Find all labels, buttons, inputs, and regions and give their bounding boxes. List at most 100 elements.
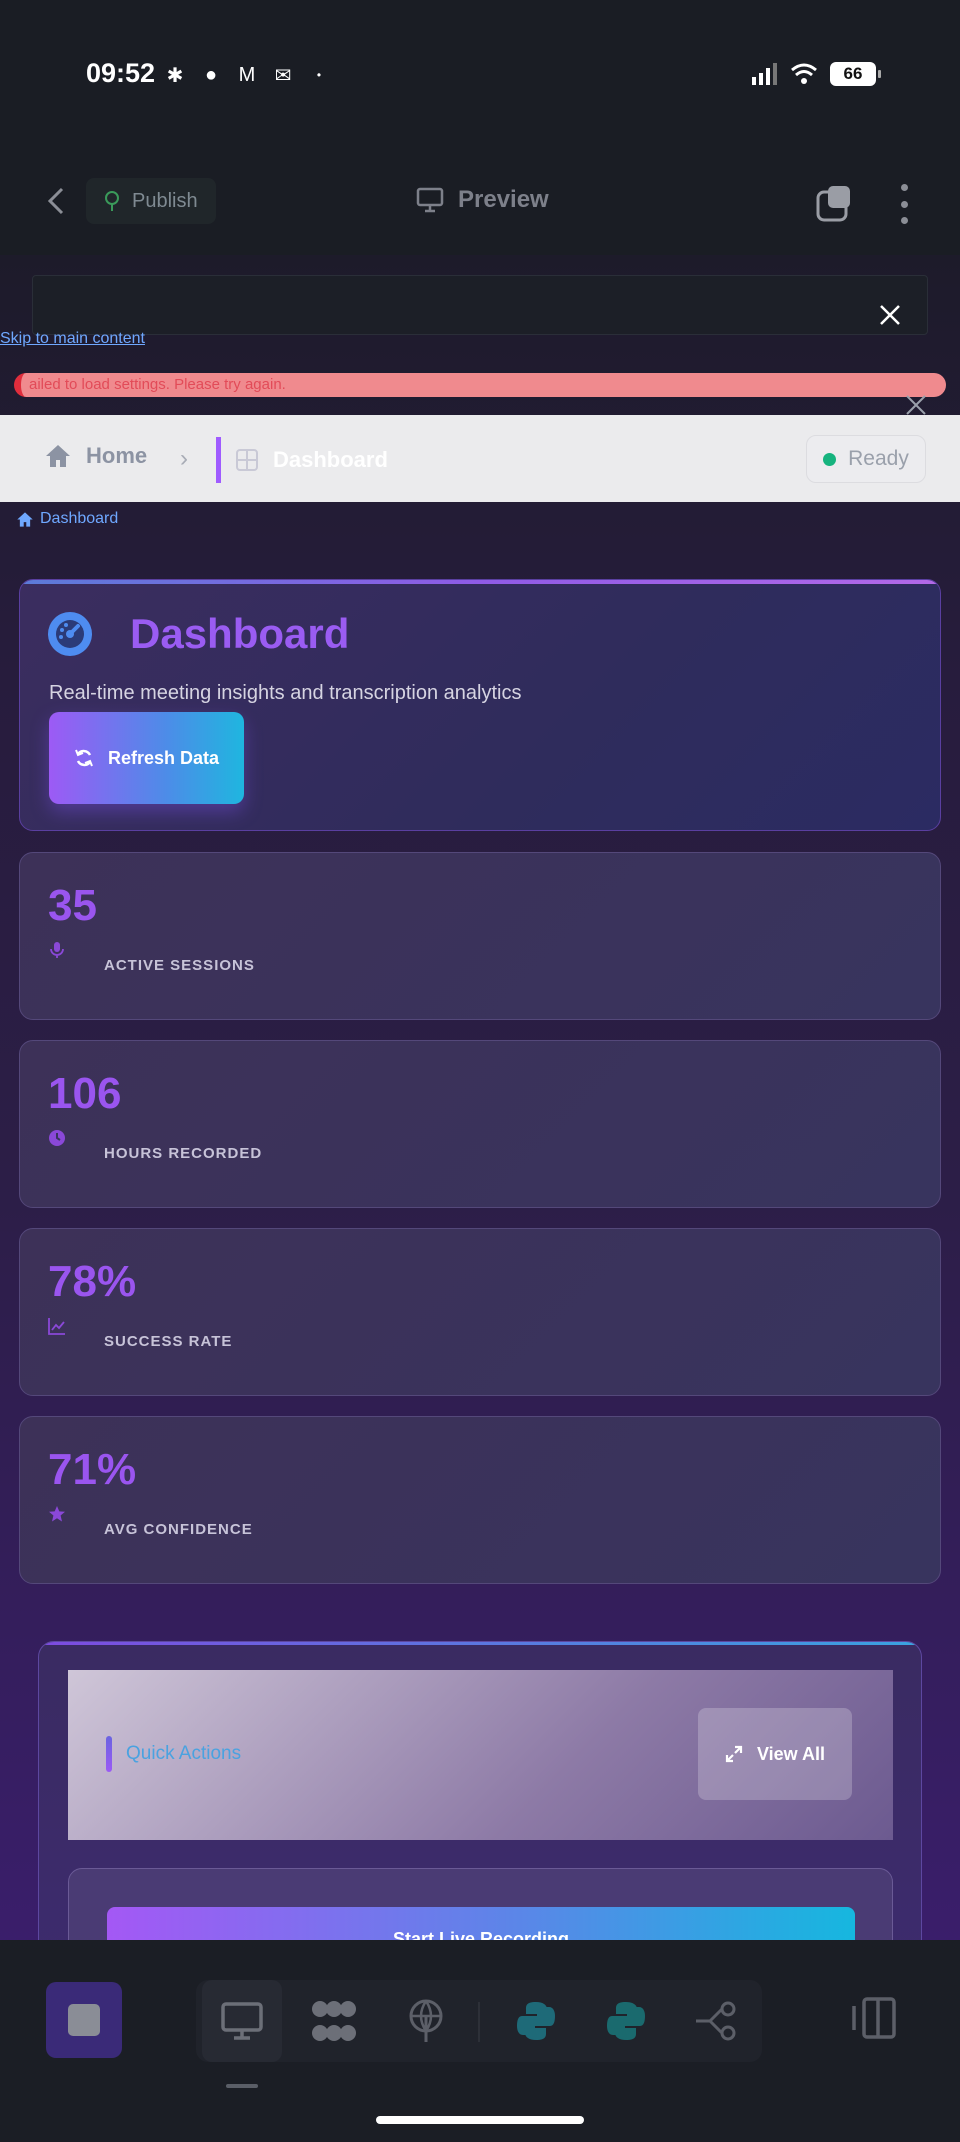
dashboard-header-card: Dashboard Real-time meeting insights and… — [19, 579, 941, 831]
notification-icons: ✱ ● M ✉ • — [162, 62, 332, 88]
home-indicator[interactable] — [376, 2116, 584, 2124]
publish-icon — [105, 191, 119, 211]
title-accent-bar — [106, 1736, 112, 1772]
more-options-button[interactable] — [894, 184, 914, 224]
breadcrumb-current: Dashboard — [216, 437, 388, 483]
stat-label: ACTIVE SESSIONS — [104, 957, 255, 974]
stop-button[interactable] — [46, 1982, 122, 2058]
stat-card-active-sessions: 35 ACTIVE SESSIONS — [19, 852, 941, 1020]
expand-icon — [725, 1745, 743, 1763]
preview-label: Preview — [458, 186, 549, 213]
python-icon — [607, 2002, 645, 2040]
stat-label: SUCCESS RATE — [104, 1333, 233, 1350]
quick-actions-title: Quick Actions — [106, 1736, 241, 1772]
page-breadcrumb-label: Dashboard — [40, 510, 119, 527]
start-live-recording-button[interactable]: Start Live Recording — [107, 1907, 855, 1940]
dot-icon: • — [316, 68, 322, 82]
back-button[interactable] — [38, 180, 74, 222]
overlay-panel — [32, 275, 928, 335]
tool-group — [196, 1980, 762, 2062]
refresh-data-label: Refresh Data — [107, 747, 220, 768]
quick-actions-panel: Quick Actions View All Start Live Record… — [38, 1641, 922, 1940]
status-badge-label: Ready — [848, 447, 909, 470]
slack-icon: ✱ — [166, 64, 184, 87]
home-icon — [17, 511, 33, 527]
chat-icon: ● — [204, 63, 218, 86]
drag-handle[interactable] — [226, 2084, 258, 2088]
workflow-icon — [696, 2001, 736, 2041]
breadcrumb-current-label: Dashboard — [273, 447, 388, 472]
side-panel-icon[interactable] — [850, 1996, 898, 2040]
quick-actions-title-label: Quick Actions — [126, 1743, 242, 1764]
stat-value: 71% — [48, 1445, 137, 1494]
stat-value: 35 — [48, 881, 97, 930]
kebab-dot — [900, 184, 908, 191]
workflow-tool-button[interactable] — [676, 1980, 756, 2062]
battery-icon: 66 — [830, 62, 881, 86]
python-tool-button-2[interactable] — [586, 1980, 666, 2062]
view-all-button[interactable]: View All — [698, 1708, 852, 1800]
home-icon — [46, 445, 70, 467]
status-badge: Ready — [806, 435, 926, 483]
tabs-icon — [816, 186, 850, 222]
app-toolbar: Publish Preview — [0, 150, 960, 255]
publish-button[interactable]: Publish — [86, 178, 216, 224]
python-icon — [517, 2002, 555, 2040]
mail-icon: ✉ — [274, 64, 292, 87]
view-all-label: View All — [756, 1743, 826, 1764]
stat-card-avg-confidence: 71% AVG CONFIDENCE — [19, 1416, 941, 1584]
globe-antenna-icon — [409, 1999, 443, 2042]
chevron-left-icon — [47, 187, 64, 215]
breadcrumb-bar: Home › Dashboard Ready — [0, 415, 960, 502]
system-icons: 66 — [750, 62, 881, 86]
publish-label: Publish — [132, 189, 198, 212]
skip-to-content-link[interactable]: Skip to main content — [0, 330, 145, 348]
stat-value: 106 — [48, 1069, 122, 1118]
page-title: Dashboard — [130, 610, 350, 657]
web-preview: Skip to main content ailed to load setti… — [0, 255, 960, 1940]
error-banner: ailed to load settings. Please try again… — [14, 373, 946, 397]
breadcrumb-home-label: Home — [86, 443, 148, 468]
stop-icon — [68, 2004, 100, 2036]
toolbar-divider — [478, 2002, 480, 2042]
stat-value: 78% — [48, 1257, 137, 1306]
quick-actions-header: Quick Actions View All — [68, 1670, 893, 1840]
stat-label: AVG CONFIDENCE — [104, 1521, 253, 1538]
refresh-icon — [75, 749, 93, 767]
tabs-button[interactable] — [816, 184, 854, 222]
gmail-icon: M — [238, 63, 256, 86]
status-bar: 09:52 ✱ ● M ✉ • 66 — [0, 0, 960, 150]
grid-icon — [236, 449, 258, 471]
star-icon — [49, 1506, 65, 1522]
breadcrumb-home[interactable]: Home — [44, 443, 147, 469]
chart-line-icon — [48, 1318, 65, 1335]
preview-button[interactable]: Preview — [416, 186, 549, 214]
monitor-icon — [416, 187, 444, 213]
close-icon[interactable] — [876, 301, 904, 329]
speedometer-icon — [48, 612, 92, 656]
signal-icon — [752, 63, 777, 85]
puzzle-grid-icon — [312, 2001, 356, 2041]
page-subtitle: Real-time meeting insights and transcrip… — [49, 682, 522, 704]
page-breadcrumb[interactable]: Dashboard — [16, 510, 118, 528]
extensions-tool-button[interactable] — [294, 1980, 374, 2062]
monitor-icon — [221, 2002, 263, 2040]
ready-dot-icon — [823, 452, 837, 466]
kebab-dot — [900, 200, 908, 208]
desktop-tool-button[interactable] — [202, 1980, 282, 2062]
stat-card-success-rate: 78% SUCCESS RATE — [19, 1228, 941, 1396]
python-tool-button[interactable] — [496, 1980, 576, 2062]
bottom-toolbar — [0, 1940, 960, 2142]
stat-card-hours-recorded: 106 HOURS RECORDED — [19, 1040, 941, 1208]
chevron-right-icon: › — [180, 445, 188, 472]
clock-icon — [49, 1130, 65, 1146]
network-tool-button[interactable] — [386, 1980, 466, 2062]
stat-label: HOURS RECORDED — [104, 1145, 263, 1162]
close-icon[interactable] — [904, 393, 928, 417]
microphone-icon — [50, 942, 64, 958]
quick-actions-body: Start Live Recording — [68, 1868, 893, 1940]
refresh-data-button[interactable]: Refresh Data — [49, 712, 244, 804]
wifi-icon — [791, 63, 817, 84]
kebab-dot — [900, 217, 908, 224]
status-time: 09:52 — [86, 58, 156, 88]
